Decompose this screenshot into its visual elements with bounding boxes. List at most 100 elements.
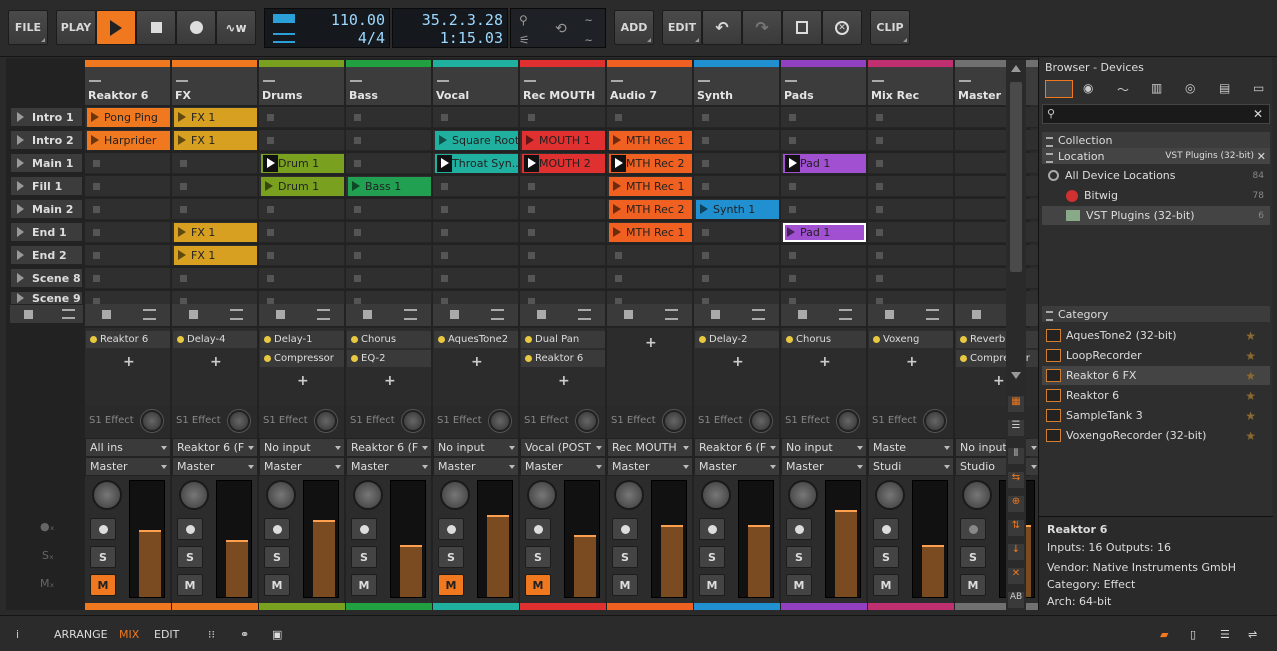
fx-send-knob[interactable]	[489, 410, 511, 432]
input-selector[interactable]: No input	[434, 439, 518, 456]
output-selector[interactable]: Studio	[956, 458, 1040, 475]
browser-device-item[interactable]: SampleTank 3 ★	[1042, 406, 1270, 425]
solo-button[interactable]: S	[264, 546, 290, 568]
location-item[interactable]: All Device Locations 84	[1042, 166, 1270, 185]
input-selector[interactable]: Rec MOUTH	[608, 439, 692, 456]
clip[interactable]: Pad 1	[783, 154, 866, 173]
clip-play-icon[interactable]	[178, 250, 186, 260]
clip-slot[interactable]: Pad 1	[781, 222, 867, 243]
clip[interactable]: MTH Rec 1	[609, 131, 692, 150]
add-button[interactable]: ADD	[614, 10, 654, 45]
route-toggle-icon[interactable]: ⇅	[1008, 520, 1024, 536]
link-icon[interactable]: ⚭	[240, 628, 249, 641]
scene-play-icon[interactable]	[17, 227, 24, 237]
track-header[interactable]: Vocal	[433, 60, 519, 105]
track-menu-icon[interactable]	[230, 309, 243, 320]
pan-knob[interactable]	[614, 480, 644, 510]
device-item[interactable]: Reaktor 6	[521, 350, 605, 367]
fx-send-knob[interactable]	[663, 410, 685, 432]
clip-play-icon[interactable]	[265, 181, 273, 191]
clip-slot[interactable]: Drum 1	[259, 153, 345, 174]
clip-play-icon[interactable]	[178, 112, 186, 122]
input-selector[interactable]: Vocal (POST	[521, 439, 605, 456]
add-device-icon[interactable]: +	[384, 374, 396, 388]
device-power-icon[interactable]	[177, 336, 184, 343]
scroll-thumb[interactable]	[1010, 82, 1022, 272]
solo-button[interactable]: S	[90, 546, 116, 568]
mute-button[interactable]: M	[699, 574, 725, 596]
clip[interactable]: FX 1	[174, 131, 257, 150]
clip-slot[interactable]	[433, 107, 519, 128]
clip-slot[interactable]	[955, 130, 1041, 151]
vertical-scrollbar[interactable]: ▦ ☰ ⫴ ⇆ ⊕ ⇅ ↓ ✕ AB	[1006, 60, 1026, 610]
track-menu-icon[interactable]	[578, 309, 591, 320]
clip-slot[interactable]	[433, 291, 519, 305]
input-selector[interactable]: Reaktor 6 (F	[695, 439, 779, 456]
scene-play-icon[interactable]	[17, 112, 24, 122]
fader-cap[interactable]	[574, 535, 596, 537]
output-selector[interactable]: Master	[521, 458, 605, 475]
fader-cap[interactable]	[748, 525, 770, 527]
mute-button[interactable]: M	[351, 574, 377, 596]
clip-play-icon[interactable]	[352, 181, 360, 191]
clip-slot[interactable]	[694, 245, 780, 266]
volume-fader[interactable]	[477, 480, 513, 598]
clip-play-icon[interactable]	[613, 204, 621, 214]
output-selector[interactable]: Master	[695, 458, 779, 475]
clip-slot[interactable]	[955, 245, 1041, 266]
device-power-icon[interactable]	[438, 336, 445, 343]
arrange-view-tab[interactable]: ARRANGE	[54, 628, 108, 641]
pan-knob[interactable]	[353, 480, 383, 510]
clip-slot[interactable]	[607, 291, 693, 305]
stop-clip-icon[interactable]	[972, 310, 981, 319]
tempo-value[interactable]: 110.00	[305, 11, 385, 29]
samples-tab-icon[interactable]: 〜	[1117, 81, 1129, 98]
tempo-display[interactable]: 110.00 4/4	[264, 8, 390, 48]
clip-slot[interactable]	[955, 107, 1041, 128]
fader-cap[interactable]	[661, 525, 683, 527]
delete-button[interactable]: ✕	[822, 10, 862, 45]
volume-fader[interactable]	[912, 480, 948, 598]
fader-cap[interactable]	[139, 530, 161, 532]
scene-play-icon[interactable]	[17, 250, 24, 260]
track-menu-icon[interactable]	[839, 309, 852, 320]
clip-slot[interactable]	[172, 268, 258, 289]
track-header[interactable]: Synth	[694, 60, 780, 105]
clip-slot[interactable]	[433, 199, 519, 220]
scene-play-icon[interactable]	[17, 135, 24, 145]
clip-slot[interactable]: FX 1	[172, 245, 258, 266]
track-menu-icon[interactable]	[665, 309, 678, 320]
mute-button[interactable]: M	[873, 574, 899, 596]
clip[interactable]: Harprider	[87, 131, 170, 150]
undo-button[interactable]: ↶	[702, 10, 742, 45]
clip-slot[interactable]	[346, 153, 432, 174]
track-header[interactable]: Audio 7	[607, 60, 693, 105]
track-header[interactable]: Rec MOUTH	[520, 60, 606, 105]
device-power-icon[interactable]	[873, 336, 880, 343]
stop-all-icon[interactable]	[24, 310, 33, 319]
clip-slot[interactable]	[694, 291, 780, 305]
clip-slot[interactable]	[694, 176, 780, 197]
track-header[interactable]: Reaktor 6	[85, 60, 171, 105]
clip-slot[interactable]	[85, 291, 171, 305]
clip-slot[interactable]	[259, 222, 345, 243]
clip-slot[interactable]	[520, 268, 606, 289]
volume-fader[interactable]	[303, 480, 339, 598]
add-device-icon[interactable]: +	[819, 355, 831, 369]
play-button[interactable]	[96, 10, 136, 45]
groove-icon[interactable]: ∼	[585, 13, 592, 27]
add-device-icon[interactable]: +	[123, 355, 135, 369]
fx-send-knob[interactable]	[924, 410, 946, 432]
pan-knob[interactable]	[701, 480, 731, 510]
device-item[interactable]: AquesTone2	[434, 331, 518, 348]
fx-send-knob[interactable]	[315, 410, 337, 432]
clip-slot[interactable]	[433, 222, 519, 243]
solo-button[interactable]: S	[786, 546, 812, 568]
favorite-star-icon[interactable]: ★	[1245, 389, 1256, 403]
solo-button[interactable]: S	[351, 546, 377, 568]
solo-button[interactable]: S	[699, 546, 725, 568]
panel-icon[interactable]: ▣	[272, 628, 282, 641]
scene-launch-6[interactable]: End 1	[10, 222, 83, 242]
browser-device-item[interactable]: AquesTone2 (32-bit) ★	[1042, 326, 1270, 345]
clip-slot[interactable]	[85, 268, 171, 289]
